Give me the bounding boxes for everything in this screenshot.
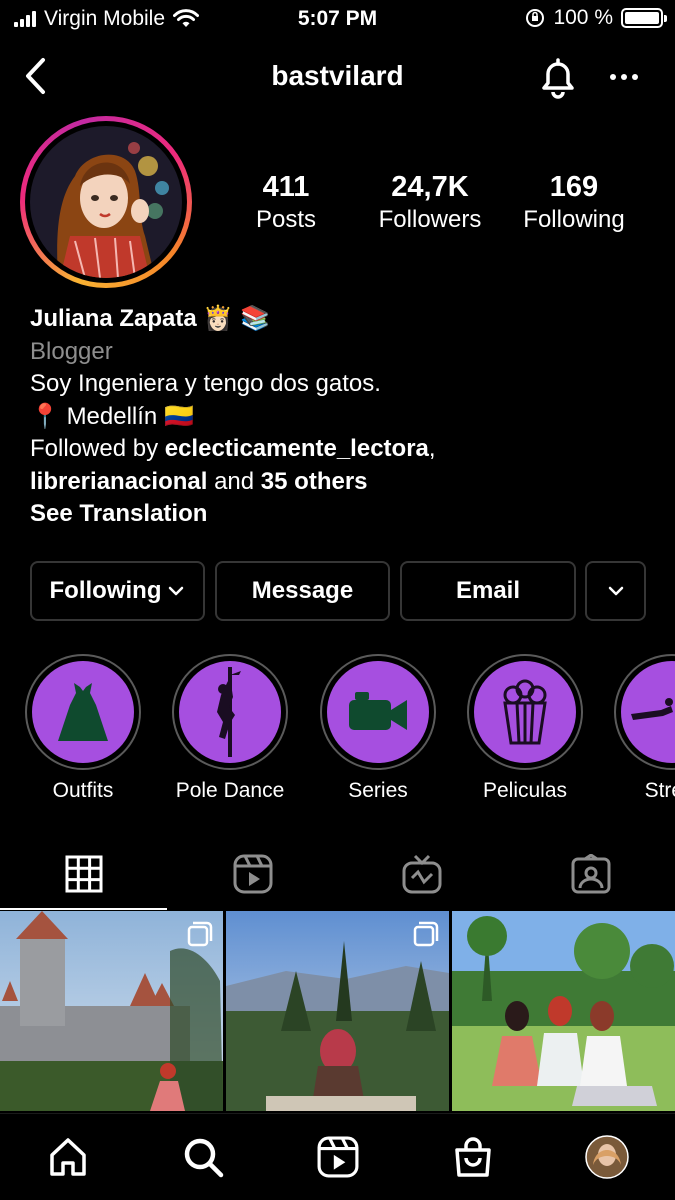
following-stat[interactable]: 169 Following	[504, 170, 644, 236]
highlight-label: Stretc	[644, 779, 675, 802]
profile-avatar	[585, 1135, 629, 1179]
profile-content-tabs	[0, 838, 675, 910]
nav-shop[interactable]	[450, 1134, 496, 1180]
followed-by[interactable]: Followed by eclecticamente_lectora, libr…	[30, 433, 650, 498]
profile-category: Blogger	[30, 337, 113, 365]
following-label: Following	[523, 206, 625, 233]
chevron-down-icon	[608, 586, 623, 596]
nav-reels[interactable]	[315, 1134, 361, 1180]
location-text: Medellín	[66, 402, 158, 430]
highlight-outfits[interactable]: Outfits	[24, 654, 142, 803]
see-translation-link[interactable]: See Translation	[30, 498, 650, 531]
tab-reels[interactable]	[169, 838, 338, 910]
reels-icon	[233, 854, 273, 894]
message-button[interactable]: Message	[215, 561, 390, 621]
multiple-photos-icon	[187, 921, 213, 947]
profile-bio: Juliana Zapata 👸🏻 📚 Blogger Soy Ingenier…	[30, 303, 650, 531]
highlight-label: Outfits	[52, 779, 114, 802]
post-thumbnail[interactable]	[0, 911, 223, 1111]
stretch-icon	[631, 698, 673, 720]
profile-name: Juliana Zapata	[30, 305, 197, 332]
followed-by-user[interactable]: eclecticamente_lectora	[165, 435, 429, 462]
location-pin-icon: 📍	[30, 402, 60, 430]
profile-avatar-story-ring[interactable]	[20, 116, 192, 288]
followed-by-user[interactable]: librerianacional	[30, 468, 207, 495]
search-icon	[184, 1138, 224, 1178]
home-icon	[50, 1138, 86, 1176]
profile-avatar	[30, 126, 182, 278]
tab-posts-grid[interactable]	[0, 838, 169, 910]
pole-dancer-icon	[217, 667, 241, 757]
bio-location: 📍 Medellín 🇨🇴	[30, 401, 650, 434]
posts-stat[interactable]: 411 Posts	[216, 170, 356, 236]
highlight-label: Pole Dance	[175, 779, 285, 802]
battery-percent: 100 %	[553, 6, 613, 29]
email-button[interactable]: Email	[400, 561, 576, 621]
tab-tagged[interactable]	[506, 838, 675, 910]
multiple-photos-icon	[413, 921, 439, 947]
suggested-accounts-button[interactable]	[585, 561, 646, 621]
status-bar: Virgin Mobile 5:07 PM 100 %	[0, 0, 675, 38]
highlight-pole-dance[interactable]: Pole Dance	[171, 654, 289, 803]
nav-home[interactable]	[45, 1134, 91, 1180]
followers-label: Followers	[378, 206, 482, 233]
following-button[interactable]: Following	[30, 561, 205, 621]
posts-count: 411	[262, 171, 310, 203]
tagged-icon	[571, 854, 611, 894]
nav-profile[interactable]	[584, 1134, 630, 1180]
tab-igtv[interactable]	[338, 838, 507, 910]
video-camera-icon	[349, 692, 407, 730]
followers-count: 24,7K	[391, 171, 469, 203]
dress-icon	[58, 683, 108, 741]
shop-icon	[455, 1137, 491, 1177]
post-thumbnail[interactable]	[452, 911, 675, 1111]
more-options-button[interactable]	[604, 62, 644, 92]
popcorn-icon	[503, 679, 547, 745]
reels-icon	[317, 1136, 359, 1178]
bio-text: Soy Ingeniera y tengo dos gatos.	[30, 370, 381, 397]
followed-by-others[interactable]: 35 others	[261, 468, 368, 495]
name-emoji: 👸🏻 📚	[203, 305, 270, 332]
profile-header: bastvilard	[0, 50, 675, 102]
highlight-label: Peliculas	[482, 779, 568, 802]
highlight-peliculas[interactable]: Peliculas	[466, 654, 584, 803]
highlight-stretch[interactable]: Stretc	[613, 654, 675, 803]
posts-grid	[0, 911, 675, 1111]
bottom-navigation	[0, 1113, 675, 1200]
orientation-lock-icon	[526, 9, 545, 27]
igtv-icon	[402, 854, 442, 894]
chevron-down-icon	[169, 586, 184, 596]
nav-search[interactable]	[180, 1134, 226, 1180]
bell-icon	[542, 58, 574, 99]
followers-stat[interactable]: 24,7K Followers	[360, 170, 500, 236]
highlight-label: Series	[348, 779, 408, 802]
active-tab-indicator	[0, 908, 167, 910]
following-count: 169	[549, 171, 599, 203]
post-thumbnail[interactable]	[226, 911, 449, 1111]
colombia-flag-icon: 🇨🇴	[163, 402, 194, 430]
posts-label: Posts	[255, 206, 317, 233]
notifications-button[interactable]	[535, 54, 581, 100]
battery-icon	[621, 8, 667, 28]
grid-icon	[65, 855, 103, 893]
highlight-series[interactable]: Series	[319, 654, 437, 803]
more-dots-icon	[610, 74, 638, 80]
